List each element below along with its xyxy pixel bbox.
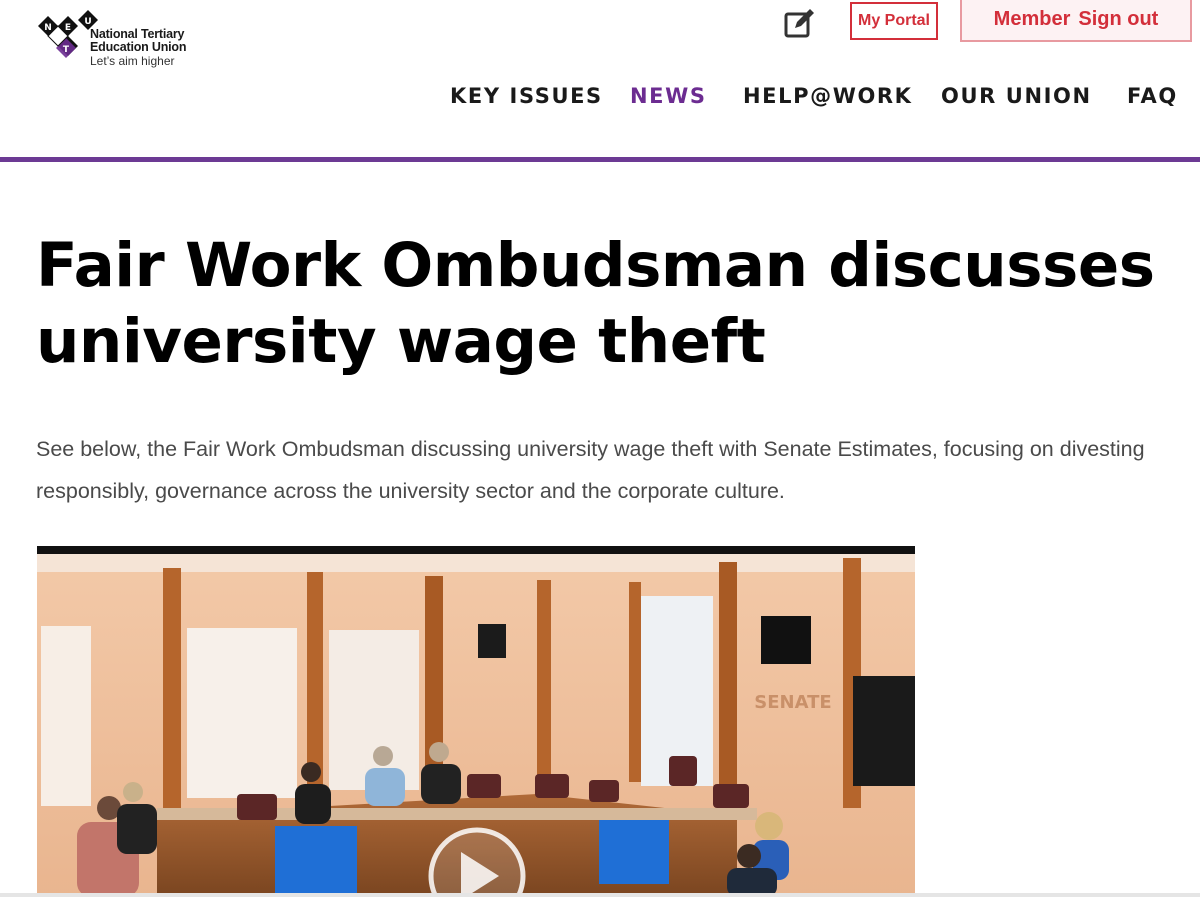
member-label: Member [993,7,1071,30]
logo-wordmark: National Tertiary Education Union Let’s … [90,28,187,69]
logo-diamonds-icon: N T E U [38,10,98,58]
sign-out-label: Sign out [1078,7,1159,30]
main-nav: KEY ISSUES NEWS HELP@WORK OUR UNION FAQ [0,84,1200,116]
nav-item-key-issues[interactable]: KEY ISSUES [450,84,603,108]
logo-letter-t: T [63,45,70,55]
article-intro: See below, the Fair Work Ombudsman discu… [36,437,1145,503]
logo-letter-e: E [65,23,71,33]
logo-letter-u: U [84,17,91,27]
nav-item-news[interactable]: NEWS [630,84,707,108]
nav-item-help-at-work[interactable]: HELP@WORK [743,84,913,108]
edit-square-icon[interactable] [782,6,816,40]
member-sign-out-button[interactable]: Member Sign out [960,0,1192,42]
header-divider [0,157,1200,162]
logo-name-line2: Education Union [90,40,187,54]
my-portal-label: My Portal [857,12,930,29]
article-title: Fair Work Ombudsman discusses university… [36,230,1155,377]
nav-item-our-union[interactable]: OUR UNION [941,84,1092,108]
video-player[interactable]: SENATE [37,546,915,897]
play-icon[interactable] [428,827,526,897]
nav-item-faq[interactable]: FAQ [1127,84,1178,108]
site-header: N T E U National Tertiary Education Unio… [0,0,1200,162]
nteu-logo[interactable]: N T E U National Tertiary Education Unio… [26,8,226,72]
logo-tagline: Let’s aim higher [90,54,175,68]
video-thumbnail: SENATE [37,546,915,897]
my-portal-button[interactable]: My Portal [850,2,938,40]
logo-letter-n: N [44,23,52,33]
senate-wall-sign: SENATE [754,692,831,713]
page-bottom-edge [0,893,1200,897]
